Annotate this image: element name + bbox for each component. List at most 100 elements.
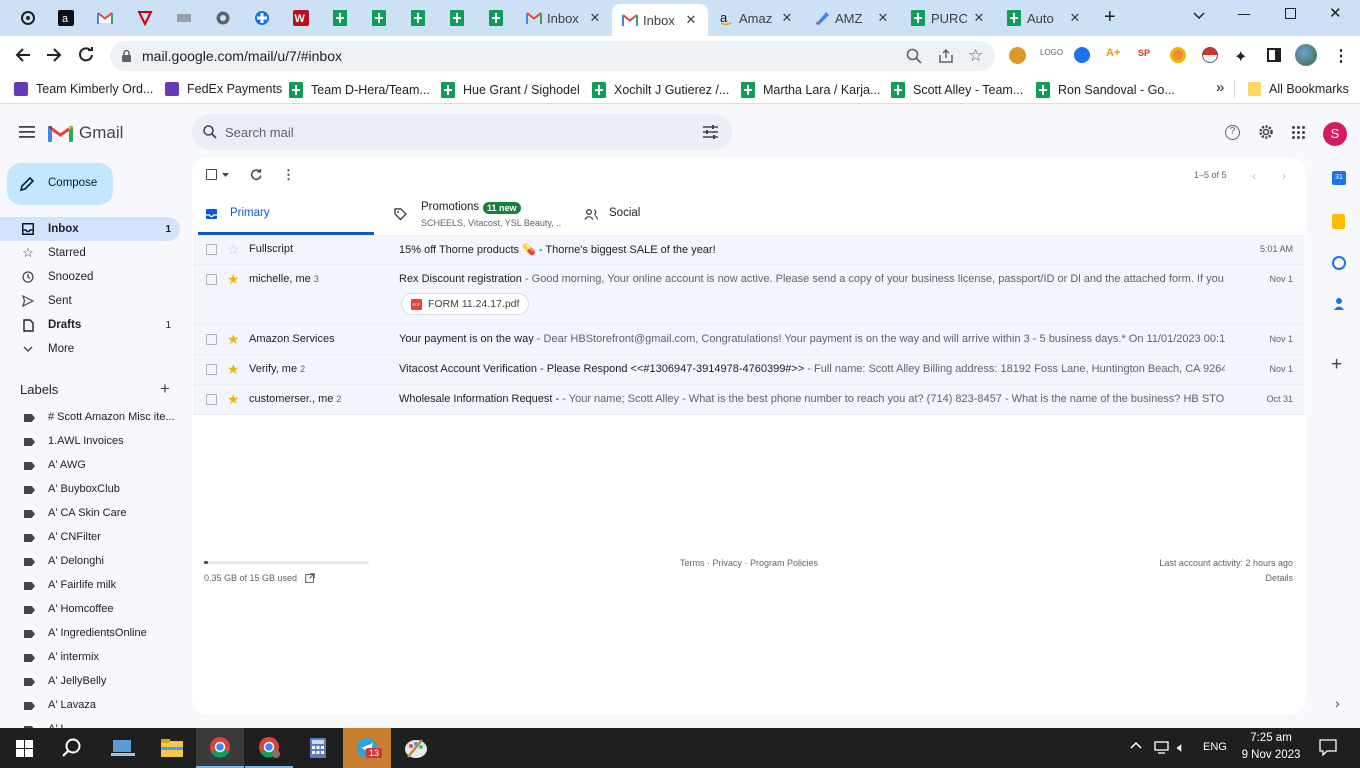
label-item[interactable]: A' CNFilter [0, 526, 180, 550]
main-menu-icon[interactable] [19, 126, 35, 138]
extension-boost-icon[interactable]: A+ [1106, 47, 1124, 63]
details-link[interactable]: Details [1265, 573, 1293, 583]
side-panel-icon[interactable] [1267, 48, 1281, 62]
tab-blue-cross[interactable] [244, 4, 270, 32]
search-taskbar-icon[interactable] [48, 728, 96, 768]
label-item[interactable]: # Scott Amazon Misc ite... [0, 406, 180, 430]
add-label-button[interactable]: + [160, 379, 170, 399]
storage-usage[interactable]: 0.35 GB of 15 GB used [204, 573, 315, 583]
label-item[interactable]: A' L... [0, 718, 180, 728]
star-filled-icon[interactable]: ★ [227, 361, 240, 378]
tab-gmail-1[interactable] [87, 4, 113, 32]
star-filled-icon[interactable]: ★ [227, 331, 240, 348]
file-explorer-icon[interactable] [148, 728, 196, 768]
compose-button[interactable]: Compose [7, 163, 113, 205]
tab-walgreens[interactable]: W [283, 4, 309, 32]
tab-purc[interactable]: PURC ✕ [900, 4, 996, 32]
extension-cross-icon[interactable] [1074, 47, 1090, 63]
contacts-icon[interactable] [1334, 298, 1344, 310]
label-item[interactable]: A' BuyboxClub [0, 478, 180, 502]
forward-button[interactable] [45, 46, 63, 64]
nav-snoozed[interactable]: Snoozed [0, 265, 180, 289]
new-tab-button[interactable]: + [1104, 6, 1116, 29]
row-checkbox[interactable] [206, 394, 217, 405]
notifications-icon[interactable] [1319, 739, 1337, 756]
close-icon[interactable]: ✕ [588, 10, 602, 26]
address-bar[interactable]: mail.google.com/mail/u/7/#inbox ☆ [110, 41, 995, 71]
label-item[interactable]: A' JellyBelly [0, 670, 180, 694]
bookmark-item[interactable]: Hue Grant / Sighodel [441, 82, 580, 98]
email-row[interactable]: ☆ Fullscript 15% off Thorne products 💊 -… [193, 235, 1305, 265]
tab-sheets-2[interactable] [361, 4, 387, 32]
tab-red-v[interactable] [127, 4, 153, 32]
label-item[interactable]: A' CA Skin Care [0, 502, 180, 526]
apps-grid-icon[interactable] [1292, 126, 1305, 139]
bookmark-item[interactable]: Martha Lara / Karja... [741, 82, 880, 98]
tab-primary[interactable]: Primary [198, 197, 374, 235]
bookmark-item[interactable]: Scott Alley - Team... [891, 82, 1023, 98]
tab-amz[interactable]: AMZ ✕ [804, 4, 900, 32]
bookmark-item[interactable]: Team Kimberly Ord... [14, 82, 153, 96]
close-icon[interactable]: ✕ [684, 12, 698, 28]
calculator-icon[interactable] [294, 728, 342, 768]
nav-starred[interactable]: ☆ Starred [0, 241, 180, 265]
extension-coin-icon[interactable] [1009, 47, 1026, 64]
label-item[interactable]: A' AWG [0, 454, 180, 478]
gmail-logo-icon[interactable] [48, 124, 73, 142]
bookmark-item[interactable]: Team D-Hera/Team... [289, 82, 430, 98]
more-actions-icon[interactable]: ⋮ [282, 167, 295, 183]
tab-amazon[interactable]: a [48, 4, 74, 32]
add-addon-button[interactable]: + [1331, 355, 1347, 374]
tab-promotions[interactable]: Promotions 11 new SCHEELS, Vitacost, YSL… [384, 197, 568, 235]
tab-sheets-4[interactable] [439, 4, 465, 32]
close-icon[interactable]: ✕ [1068, 10, 1082, 26]
bookmark-item[interactable]: FedEx Payments [165, 82, 282, 96]
nav-more[interactable]: More [0, 337, 180, 361]
language-indicator[interactable]: ENG [1203, 741, 1227, 753]
nav-sent[interactable]: Sent [0, 289, 180, 313]
star-icon[interactable]: ☆ [227, 241, 240, 258]
maximize-button[interactable] [1285, 8, 1296, 19]
search-bar[interactable]: Search mail [192, 114, 732, 150]
nav-inbox[interactable]: Inbox 1 [0, 217, 180, 241]
tab-sheets-3[interactable] [400, 4, 426, 32]
star-filled-icon[interactable]: ★ [227, 271, 240, 288]
tab-inbox-active[interactable]: Inbox ✕ [612, 4, 708, 36]
tab-site[interactable] [166, 4, 192, 32]
close-icon[interactable]: ✕ [876, 10, 890, 26]
tab-social[interactable]: Social [572, 197, 742, 235]
clock-time[interactable]: 7:25 am [1242, 732, 1300, 744]
volume-icon[interactable]: 🔈︎ [1177, 739, 1185, 756]
search-input[interactable]: Search mail [225, 125, 294, 140]
label-item[interactable]: A' IngredientsOnline [0, 622, 180, 646]
label-item[interactable]: A' Fairlife milk [0, 574, 180, 598]
clock-date[interactable]: 9 Nov 2023 [1236, 749, 1306, 761]
computer-app-icon[interactable] [99, 728, 147, 768]
extension-logo-icon[interactable]: LOGO [1040, 48, 1063, 63]
tray-chevron-up-icon[interactable] [1130, 741, 1142, 749]
minimize-button[interactable] [1238, 14, 1250, 15]
browser-menu-icon[interactable]: ⋮ [1333, 46, 1349, 66]
close-icon[interactable]: ✕ [972, 10, 986, 26]
tab-globe[interactable] [205, 4, 231, 32]
refresh-icon[interactable] [250, 169, 262, 181]
help-icon[interactable]: ? [1225, 125, 1240, 140]
tab-auto[interactable]: Auto ✕ [996, 4, 1092, 32]
bookmark-star-icon[interactable]: ☆ [968, 46, 983, 66]
chrome-taskbar-icon[interactable] [196, 728, 244, 768]
select-dropdown-icon[interactable] [222, 173, 229, 177]
calendar-icon[interactable]: 31 [1332, 171, 1346, 185]
share-icon[interactable] [938, 48, 954, 64]
paint-app-icon[interactable] [392, 728, 440, 768]
extensions-puzzle-icon[interactable]: ✦ [1234, 47, 1247, 67]
row-checkbox[interactable] [206, 244, 217, 255]
lock-icon[interactable] [121, 50, 132, 63]
select-all-checkbox[interactable] [206, 169, 217, 180]
extension-ball-icon[interactable] [1202, 47, 1218, 63]
email-row[interactable]: ★ customerser., me 2 Wholesale Informati… [193, 385, 1305, 415]
label-item[interactable]: A' intermix [0, 646, 180, 670]
more-bookmarks-button[interactable]: » [1216, 79, 1224, 96]
expand-panel-chevron-icon[interactable]: › [1335, 695, 1340, 711]
telegram-taskbar-icon[interactable]: 13 [343, 728, 391, 768]
bookmark-item[interactable]: Xochilt J Gutierez /... [592, 82, 729, 98]
